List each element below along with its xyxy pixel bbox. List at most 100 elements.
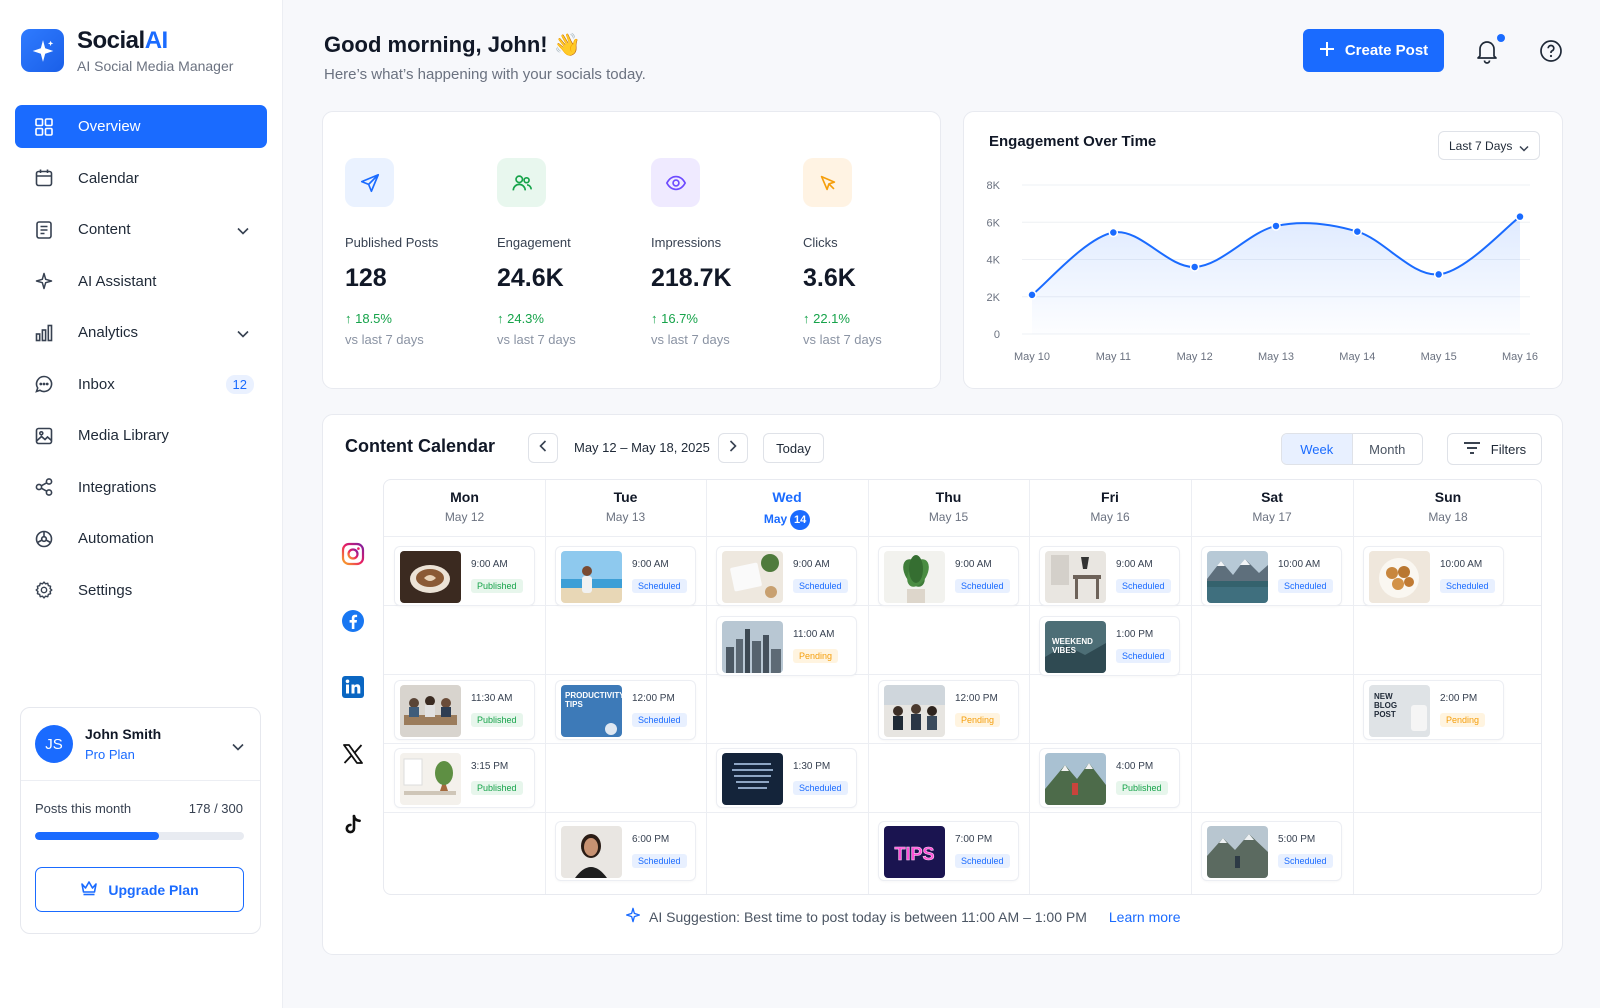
post-time: 10:00 AM	[1440, 559, 1483, 570]
data-point[interactable]	[1515, 211, 1525, 222]
sidebar-nav: Overview Calendar Content AI Assistant A…	[15, 105, 267, 620]
sidebar-item-content[interactable]: Content	[15, 208, 267, 251]
range-select[interactable]: Last 7 Days	[1438, 131, 1540, 160]
day-header-sun[interactable]: Sun May 18	[1353, 480, 1543, 536]
post-card[interactable]: 9:00 AM Scheduled	[1039, 546, 1180, 606]
prev-week-button[interactable]	[528, 433, 558, 463]
svg-text:POST: POST	[1374, 710, 1396, 719]
day-header-mon[interactable]: Mon May 12	[384, 480, 545, 536]
data-point[interactable]	[1189, 262, 1200, 272]
posts-count: 178 / 300	[188, 801, 243, 816]
post-card[interactable]: 10:00 AM Scheduled	[1201, 546, 1342, 606]
brand[interactable]: SocialAI AI Social Media Manager	[21, 27, 233, 74]
data-point[interactable]	[1352, 226, 1363, 237]
user-menu[interactable]: JS John Smith Pro Plan	[21, 708, 260, 781]
post-card[interactable]: 1:30 PM Scheduled	[716, 748, 857, 808]
sidebar-item-label: Analytics	[78, 324, 139, 341]
post-thumbnail	[884, 685, 945, 737]
view-toggle: Week Month	[1281, 433, 1423, 465]
stat-comparison: vs last 7 days	[651, 332, 730, 347]
data-point[interactable]	[1433, 269, 1444, 280]
user-name: John Smith	[85, 726, 162, 742]
post-time: 9:00 AM	[1116, 559, 1153, 570]
data-point[interactable]	[1108, 227, 1119, 238]
stat-label: Impressions	[651, 235, 722, 250]
users-icon	[497, 158, 546, 207]
sidebar-item-settings[interactable]: Settings	[15, 569, 267, 612]
post-card[interactable]: WEEKEND VIBES 1:00 PM Scheduled	[1039, 616, 1180, 676]
post-card[interactable]: 3:15 PM Published	[394, 748, 535, 808]
post-time: 11:00 AM	[793, 629, 835, 640]
x-tick-label: May 12	[1177, 351, 1213, 363]
chevron-down-icon[interactable]	[237, 222, 249, 239]
post-card[interactable]: 4:00 PM Published	[1039, 748, 1180, 808]
post-card[interactable]: 12:00 PM Pending	[878, 680, 1019, 740]
bell-icon[interactable]	[1475, 38, 1499, 69]
today-indicator: 14	[790, 510, 811, 530]
data-point[interactable]	[1027, 290, 1037, 300]
data-point[interactable]	[1271, 221, 1281, 231]
day-header-sat[interactable]: Sat May 17	[1191, 480, 1353, 536]
x-tick-label: May 16	[1502, 351, 1538, 363]
sidebar-item-integrations[interactable]: Integrations	[15, 466, 267, 509]
today-button[interactable]: Today	[763, 433, 824, 463]
chevron-down-icon[interactable]	[237, 325, 249, 342]
next-week-button[interactable]	[718, 433, 748, 463]
post-card[interactable]: 10:00 AM Scheduled	[1363, 546, 1504, 606]
day-header-wed[interactable]: Wed May 14	[706, 480, 868, 536]
sidebar-item-inbox[interactable]: Inbox 12	[15, 363, 267, 406]
day-date: May 16	[1090, 510, 1130, 524]
post-card[interactable]: TIPS 7:00 PM Scheduled	[878, 821, 1019, 881]
stat-label: Engagement	[497, 235, 571, 250]
post-card[interactable]: 9:00 AM Scheduled	[878, 546, 1019, 606]
svg-text:VIBES: VIBES	[1052, 646, 1077, 655]
notification-dot	[1497, 34, 1505, 42]
sidebar-item-media-library[interactable]: Media Library	[15, 414, 267, 457]
post-thumbnail	[1207, 826, 1268, 878]
unread-badge: 12	[225, 374, 254, 394]
month-view-button[interactable]: Month	[1353, 434, 1423, 464]
sidebar-item-calendar[interactable]: Calendar	[15, 157, 267, 200]
week-view-button[interactable]: Week	[1282, 434, 1353, 464]
post-card[interactable]: NEW BLOG POST 2:00 PM Pending	[1363, 680, 1504, 740]
svg-text:WEEKEND: WEEKEND	[1052, 637, 1093, 646]
stat-value: 24.6K	[497, 264, 564, 292]
facebook-icon	[341, 609, 364, 632]
day-name: Sat	[1261, 489, 1283, 505]
status-badge: Scheduled	[1278, 854, 1333, 868]
stat-engagement: Engagement 24.6K ↑ 24.3% vs last 7 days	[497, 158, 576, 347]
status-badge: Pending	[793, 649, 839, 663]
day-header-thu[interactable]: Thu May 15	[868, 480, 1029, 536]
post-card[interactable]: 11:00 AM Pending	[716, 616, 857, 676]
post-card[interactable]: PRODUCTIVITY TIPS 12:00 PM Scheduled	[555, 680, 696, 740]
sidebar-item-automation[interactable]: Automation	[15, 517, 267, 560]
bar-chart-icon	[33, 322, 55, 344]
post-card[interactable]: 9:00 AM Scheduled	[716, 546, 857, 606]
post-card[interactable]: 11:30 AM Published	[394, 680, 535, 740]
day-name: Sun	[1434, 489, 1462, 505]
post-card[interactable]: 9:00 AM Scheduled	[555, 546, 696, 606]
create-post-button[interactable]: Create Post	[1303, 29, 1444, 72]
chevron-down-icon	[1519, 141, 1529, 155]
help-icon[interactable]	[1539, 39, 1563, 68]
image-icon	[33, 425, 55, 447]
post-time: 4:00 PM	[1116, 761, 1154, 772]
sidebar-item-overview[interactable]: Overview	[15, 105, 267, 148]
post-time: 10:00 AM	[1278, 559, 1321, 570]
sidebar-item-label: Media Library	[78, 427, 169, 444]
learn-more-link[interactable]: Learn more	[1109, 909, 1181, 925]
post-thumbnail	[884, 551, 945, 603]
day-header-tue[interactable]: Tue May 13	[545, 480, 706, 536]
post-card[interactable]: 5:00 PM Scheduled	[1201, 821, 1342, 881]
post-card[interactable]: 9:00 AM Published	[394, 546, 535, 606]
stat-change: ↑ 16.7%	[651, 311, 698, 326]
filters-button[interactable]: Filters	[1447, 433, 1542, 465]
status-badge: Scheduled	[955, 854, 1010, 868]
status-badge: Scheduled	[1440, 579, 1495, 593]
sidebar-item-ai-assistant[interactable]: AI Assistant	[15, 260, 267, 303]
sidebar-item-analytics[interactable]: Analytics	[15, 311, 267, 354]
post-card[interactable]: 6:00 PM Scheduled	[555, 821, 696, 881]
upgrade-plan-button[interactable]: Upgrade Plan	[35, 867, 244, 912]
chevron-down-icon[interactable]	[232, 738, 244, 756]
day-header-fri[interactable]: Fri May 16	[1029, 480, 1191, 536]
